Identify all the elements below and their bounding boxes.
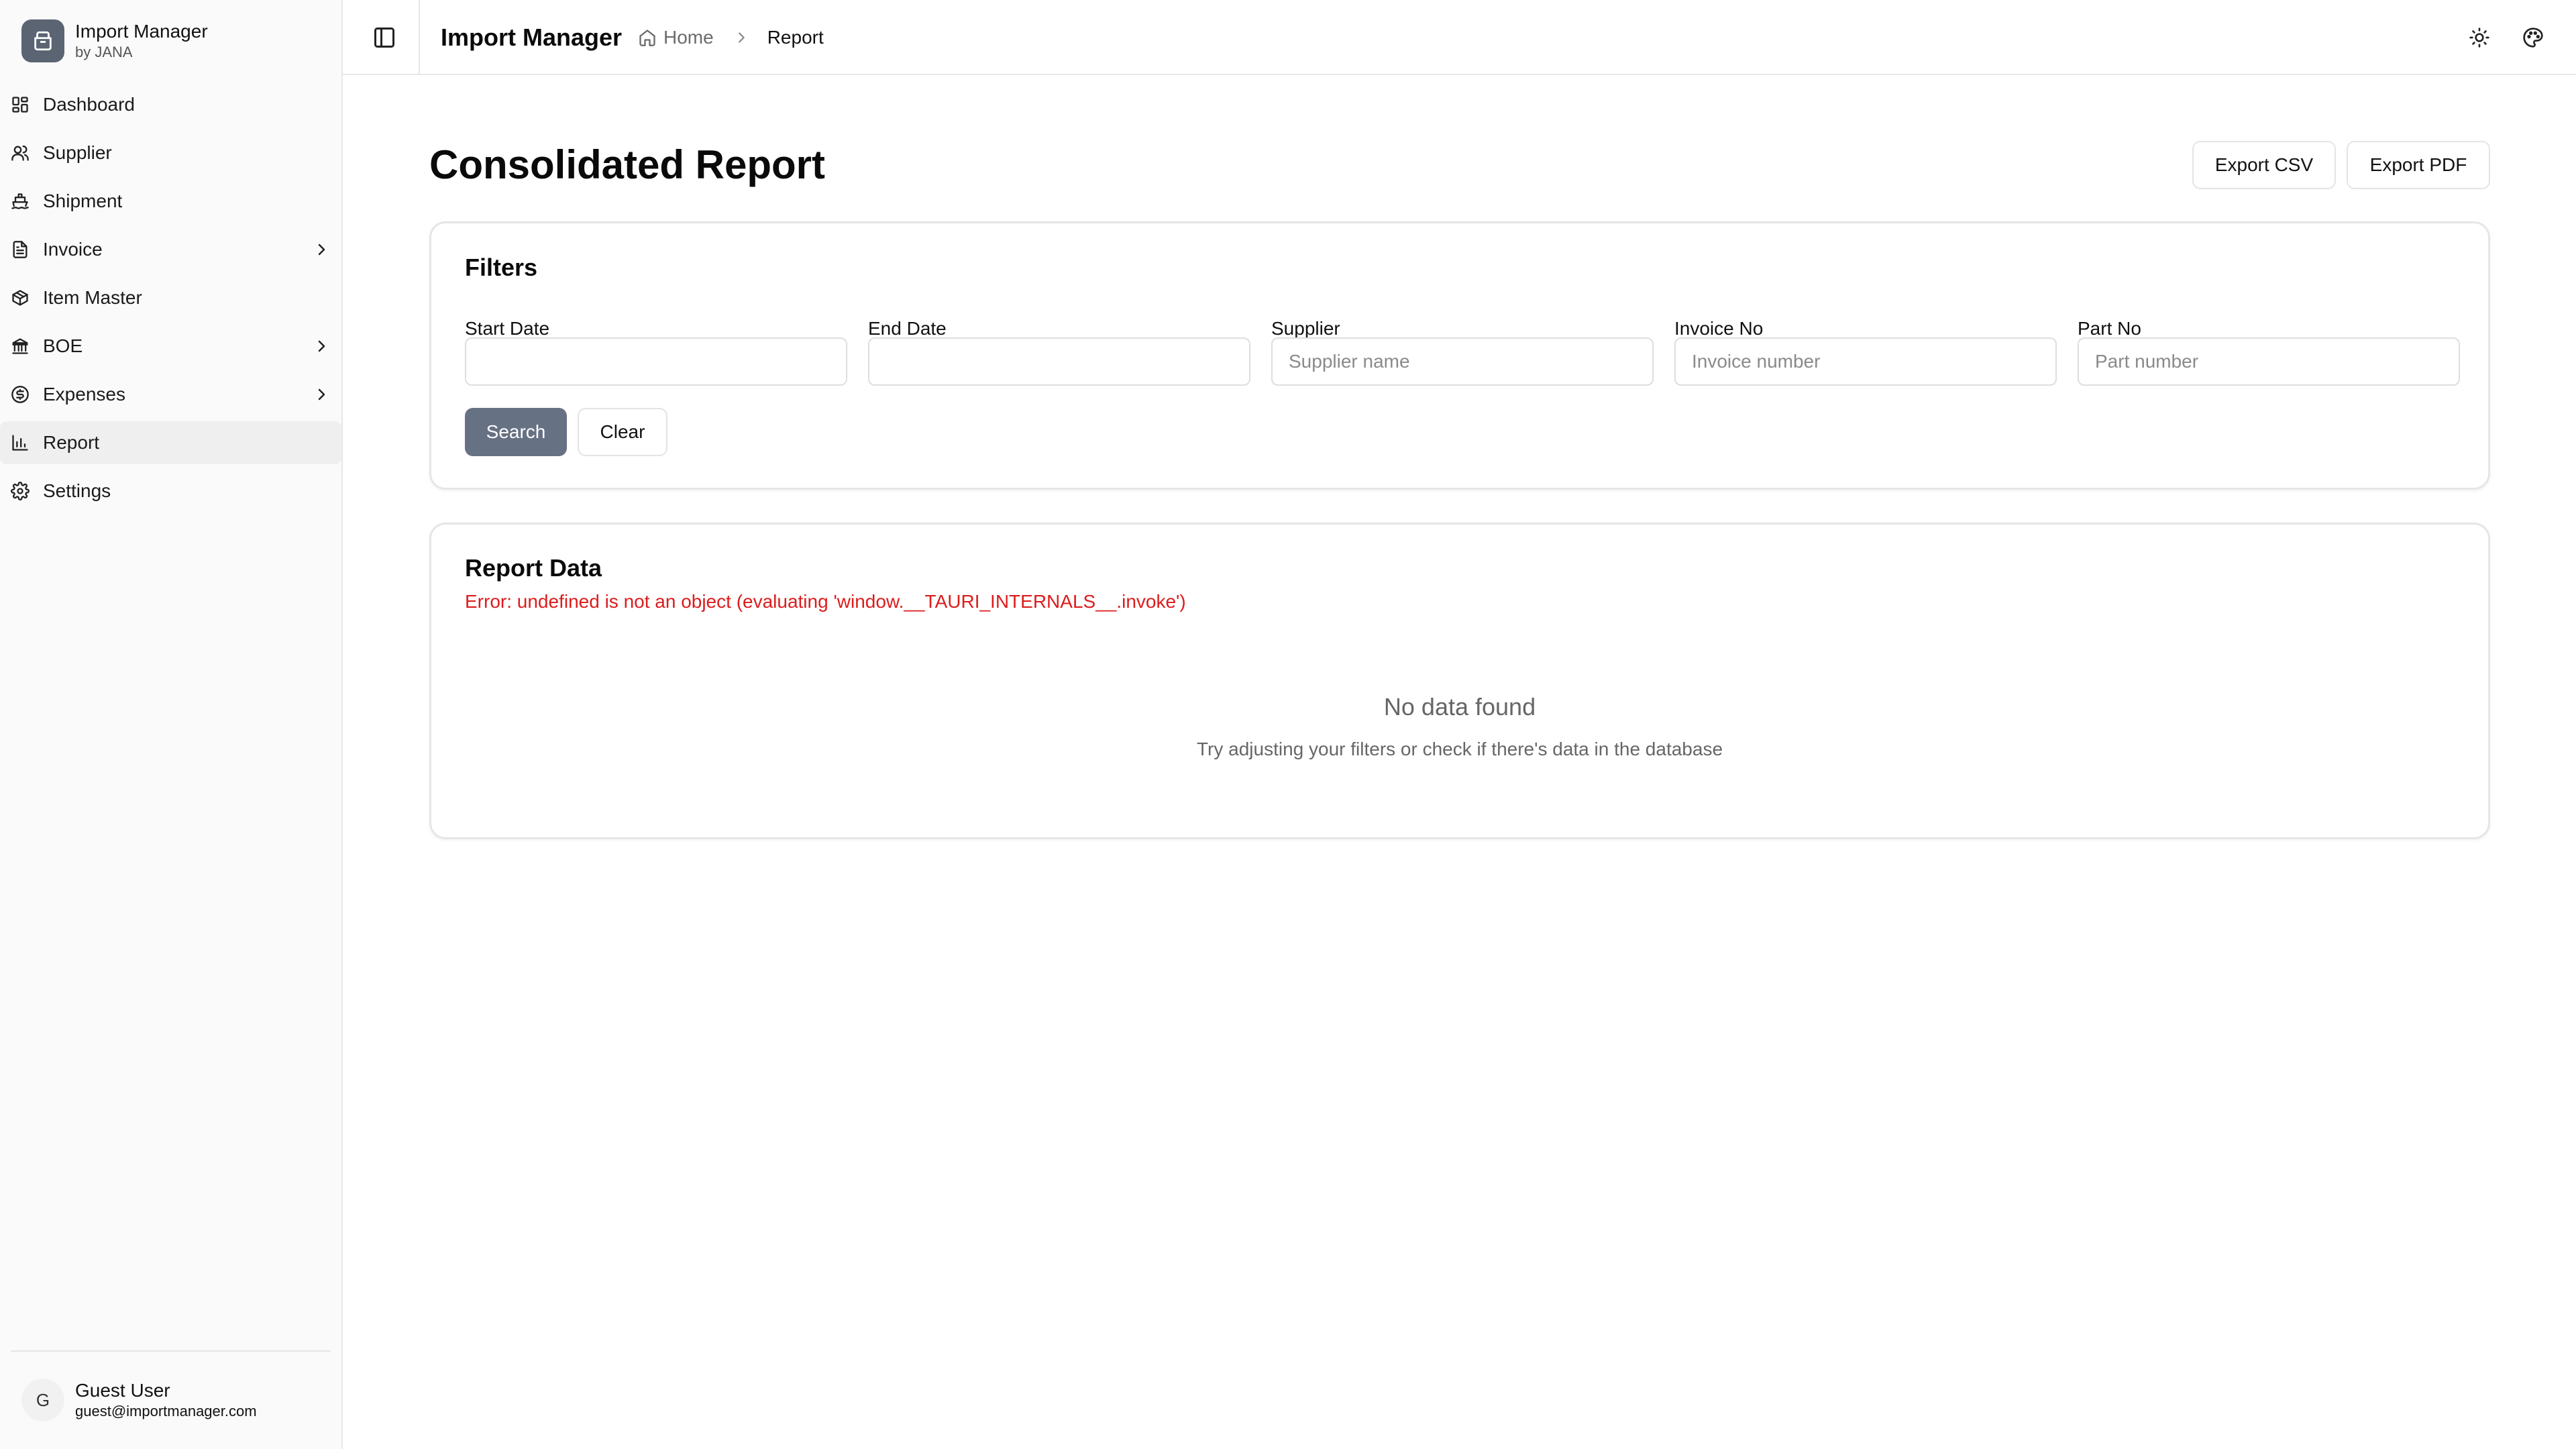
dollar-circle-icon [11,386,29,403]
sidebar-item-dashboard[interactable]: Dashboard [0,83,341,126]
sidebar-item-item-master[interactable]: Item Master [0,276,341,319]
sidebar-item-expenses[interactable]: Expenses [0,373,341,416]
sidebar-item-label: Shipment [43,191,123,211]
part-no-input[interactable] [2078,337,2460,386]
sidebar-item-label: BOE [43,335,83,356]
report-data-title: Report Data [465,554,602,582]
page-title: Consolidated Report [429,142,826,187]
package-icon [12,290,28,306]
start-date-field[interactable] [465,337,847,386]
bar-chart-icon [12,435,28,451]
sidebar-item-label: Report [43,432,100,453]
theme-toggle-button[interactable] [2466,24,2493,51]
brand[interactable]: Import Manager by JANA [21,19,208,62]
file-text-icon [13,241,28,258]
avatar: G [21,1379,64,1421]
supplier-label: Supplier [1271,318,1340,339]
end-date-field[interactable] [868,337,1250,386]
sidebar-nav: Dashboard Supplier Shipment Invoice Item… [0,83,341,518]
sidebar: Import Manager by JANA Dashboard Supplie… [0,0,343,1449]
panel-left-icon [374,28,394,48]
sidebar-item-label: Settings [43,480,111,501]
breadcrumb-current: Report [767,27,824,48]
supplier-input[interactable] [1271,337,1654,386]
sidebar-divider [11,1350,331,1352]
sidebar-item-settings[interactable]: Settings [0,470,341,513]
invoice-no-input[interactable] [1674,337,2057,386]
invoice-no-label: Invoice No [1674,318,1764,339]
sidebar-item-label: Dashboard [43,94,135,115]
palette-icon [2523,28,2543,48]
chevron-right-icon [318,388,325,400]
export-pdf-button[interactable]: Export PDF [2347,141,2490,189]
sidebar-item-shipment[interactable]: Shipment [0,180,341,223]
filters-title: Filters [465,254,538,281]
header-title: Import Manager [441,23,623,51]
app-byline: by JANA [75,44,133,60]
export-csv-button[interactable]: Export CSV [2192,141,2336,189]
palette-button[interactable] [2520,24,2546,51]
sidebar-item-label: Supplier [43,142,112,163]
breadcrumb-home-label: Home [663,27,714,48]
app-name: Import Manager [75,21,208,42]
start-date-label: Start Date [465,318,550,339]
user-profile[interactable]: G Guest User guest@importmanager.com [21,1379,257,1421]
sidebar-item-supplier[interactable]: Supplier [0,131,341,174]
top-header: Import Manager Home Report [343,0,2576,75]
chevron-right-icon [318,244,325,256]
user-email: guest@importmanager.com [75,1403,257,1419]
sun-icon [2469,28,2489,48]
user-name: Guest User [75,1380,170,1401]
breadcrumb-home[interactable]: Home [638,25,714,50]
bank-icon [12,338,28,354]
ship-icon [11,193,29,209]
gear-icon [11,482,30,500]
part-no-label: Part No [2078,318,2141,339]
empty-state-title: No data found [1383,693,1536,720]
sidebar-item-invoice[interactable]: Invoice [0,228,341,271]
sidebar-item-label: Item Master [43,287,142,308]
header-divider [419,0,420,74]
users-icon [11,145,29,161]
sidebar-toggle-button[interactable] [370,23,399,52]
empty-state-subtitle: Try adjusting your filters or check if t… [1196,739,1723,759]
sidebar-item-label: Invoice [43,239,103,260]
breadcrumb: Home Report [638,25,824,50]
app-logo-icon [21,19,64,62]
sidebar-item-report[interactable]: Report [0,421,341,464]
search-button[interactable]: Search [465,408,567,456]
end-date-label: End Date [868,318,947,339]
chevron-right-icon [318,340,325,352]
clear-button[interactable]: Clear [578,408,667,456]
home-icon [639,30,655,46]
report-data-card: Report Data Error: undefined is not an o… [429,523,2490,839]
filters-card: Filters Start Date End Date Supplier Inv… [429,221,2490,490]
error-message: Error: undefined is not an object (evalu… [465,591,1186,612]
breadcrumb-separator-icon [734,30,749,45]
sidebar-item-boe[interactable]: BOE [0,325,341,368]
sidebar-item-label: Expenses [43,384,125,405]
dashboard-icon [12,97,28,113]
